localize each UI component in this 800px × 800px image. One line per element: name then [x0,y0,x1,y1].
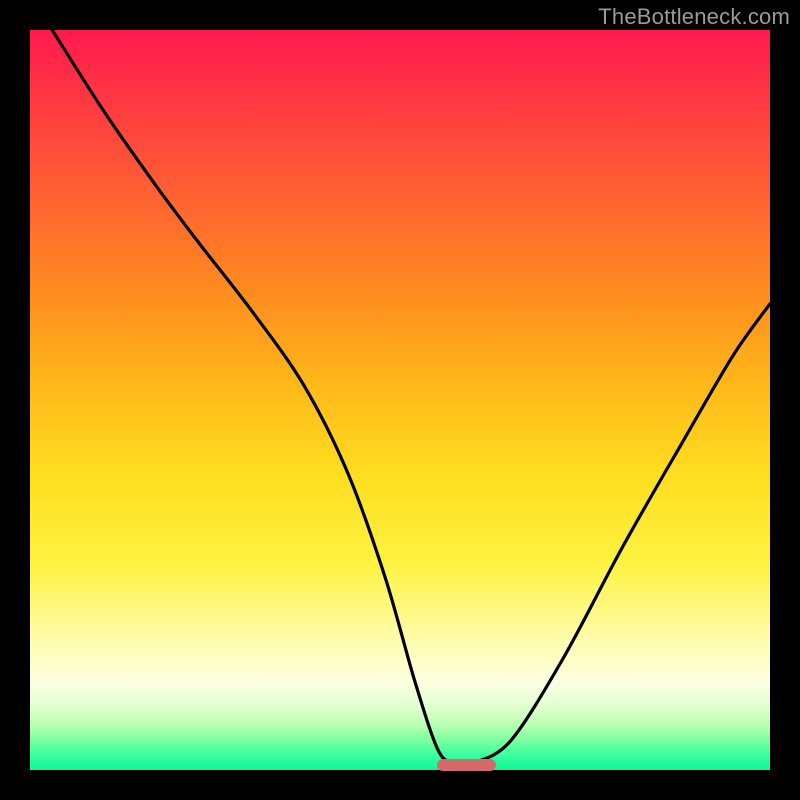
optimal-range-marker [437,759,496,771]
watermark-label: TheBottleneck.com [598,4,790,30]
plot-area [30,30,770,770]
curve-svg [30,30,770,770]
chart-frame: TheBottleneck.com [0,0,800,800]
bottleneck-curve-path [52,30,770,765]
